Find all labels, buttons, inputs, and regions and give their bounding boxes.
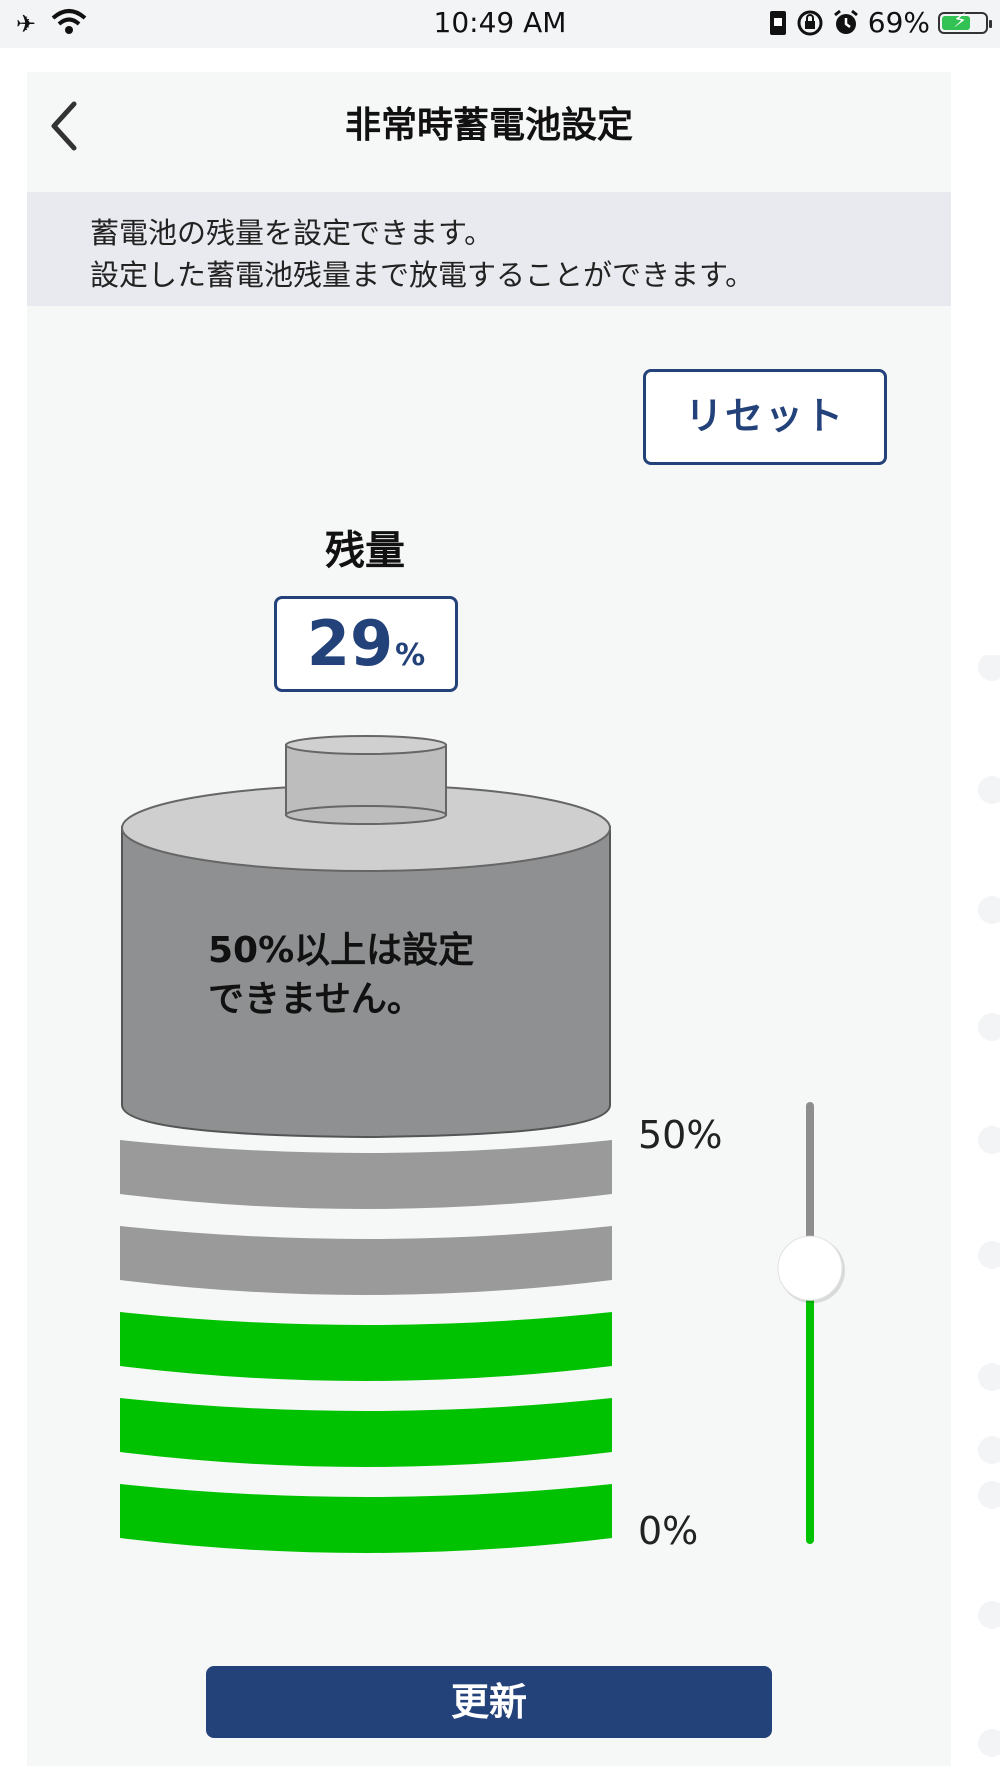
scale-min-label: 0% [638, 1509, 699, 1553]
battery-segment [120, 1398, 612, 1467]
alarm-icon [833, 9, 858, 34]
locked-note-line-1: 50%以上は設定 [208, 930, 474, 971]
battery-segment [120, 1312, 612, 1381]
status-right-icons: 69% ⚡ [768, 6, 992, 39]
rotation-lock-icon [797, 10, 823, 35]
scale-max-label: 50% [638, 1113, 723, 1157]
reset-button[interactable]: リセット [643, 369, 887, 465]
remaining-slider[interactable] [770, 1100, 850, 1550]
battery-percent: 69% [867, 6, 930, 39]
battery-graphic: 50%以上は設定 できません。 [120, 735, 612, 1553]
bolt-icon: ⚡ [953, 7, 968, 32]
slider-thumb[interactable] [777, 1235, 843, 1301]
page-title: 非常時蓄電池設定 [344, 105, 633, 146]
battery-segment [120, 1226, 612, 1295]
remaining-unit: % [395, 638, 426, 673]
locked-note-line-2: できません。 [208, 979, 423, 1020]
description-line-1: 蓄電池の残量を設定できます。 [90, 216, 494, 250]
remaining-label: 残量 [325, 528, 405, 574]
page-edge-decoration [978, 655, 1000, 1757]
battery-segment [120, 1484, 612, 1553]
remaining-value: 29 [306, 607, 394, 680]
battery-charging-icon: ⚡ [938, 8, 992, 34]
battery-segment [120, 1140, 612, 1209]
remaining-value-box: 29% [274, 596, 458, 692]
update-button[interactable]: 更新 [206, 1666, 772, 1738]
description-line-2: 設定した蓄電池残量まで放電することができます。 [90, 258, 755, 292]
portrait-lock-icon [769, 10, 786, 35]
